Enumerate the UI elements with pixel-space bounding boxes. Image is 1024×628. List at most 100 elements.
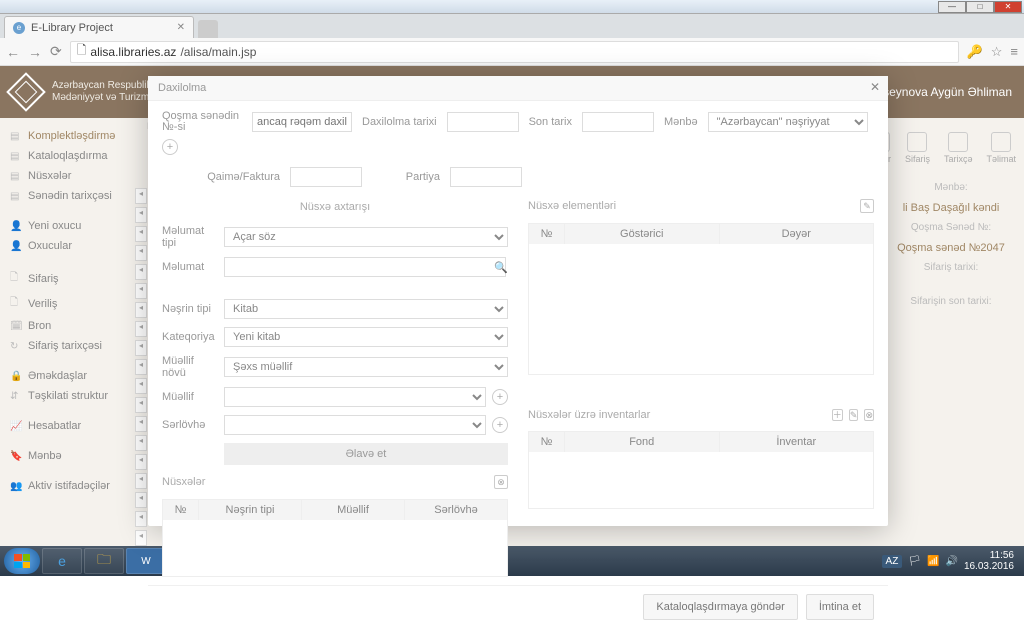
malumat-tipi-label: Məlumat tipi bbox=[162, 225, 218, 249]
cancel-button[interactable]: İmtina et bbox=[806, 594, 874, 620]
expand-handle[interactable]: ◂ bbox=[135, 340, 147, 356]
add-muallif-button[interactable]: + bbox=[492, 389, 508, 405]
partiya-input[interactable] bbox=[450, 167, 522, 187]
reload-icon[interactable]: ⟳ bbox=[50, 43, 62, 60]
col-gosterici[interactable]: Göstərici bbox=[565, 224, 720, 244]
window-close-button[interactable]: ✕ bbox=[994, 1, 1022, 13]
expand-handle[interactable]: ◂ bbox=[135, 397, 147, 413]
expand-handle[interactable]: ◂ bbox=[135, 378, 147, 394]
expand-handle[interactable]: ◂ bbox=[135, 530, 147, 546]
taskbar-explorer[interactable]: 🗀 bbox=[84, 548, 124, 574]
add-manba-button[interactable]: + bbox=[162, 139, 178, 155]
sarlovha-select[interactable] bbox=[224, 415, 486, 435]
sidebar-item-aktiv[interactable]: 👥Aktiv istifadəçilər bbox=[4, 476, 131, 496]
key-icon[interactable]: 🔑 bbox=[967, 44, 983, 60]
malumat-tipi-select[interactable]: Açar söz bbox=[224, 227, 508, 247]
expand-handle[interactable]: ◂ bbox=[135, 473, 147, 489]
expand-handle[interactable]: ◂ bbox=[135, 321, 147, 337]
expand-handle[interactable]: ◂ bbox=[135, 283, 147, 299]
minimize-button[interactable]: — bbox=[938, 1, 966, 13]
col-sarlovha[interactable]: Sərlövhə bbox=[405, 500, 507, 520]
col-nashrin[interactable]: Nəşrin tipi bbox=[199, 500, 302, 520]
start-button[interactable] bbox=[4, 548, 40, 574]
sidebar-item-sifaris[interactable]: 🗋Sifariş bbox=[4, 266, 131, 291]
qaima-label: Qaimə/Faktura bbox=[162, 171, 280, 183]
expand-handle[interactable]: ◂ bbox=[135, 416, 147, 432]
sidebar-item-kataloq[interactable]: ▤Kataloqlaşdırma bbox=[4, 146, 131, 166]
expand-handle[interactable]: ◂ bbox=[135, 359, 147, 375]
expand-handle[interactable]: ◂ bbox=[135, 302, 147, 318]
tab-close-icon[interactable]: ✕ bbox=[177, 22, 185, 33]
sidebar-item-manba[interactable]: 🔖Mənbə bbox=[4, 446, 131, 466]
sidebar-item-tarixce[interactable]: ▤Sənədin tarixçəsi bbox=[4, 186, 131, 206]
toolbar-sifaris[interactable]: Sifariş bbox=[905, 132, 930, 164]
modal-left-col: Nüsxə axtarışı Məlumat tipiAçar söz Məlu… bbox=[162, 197, 508, 577]
expand-handle[interactable]: ◂ bbox=[135, 435, 147, 451]
add-inventar-icon[interactable]: ＋ bbox=[832, 409, 843, 421]
tray-sound-icon[interactable]: 🔊 bbox=[945, 556, 957, 567]
menu-icon[interactable]: ≡ bbox=[1010, 44, 1018, 59]
col-fond[interactable]: Fond bbox=[565, 432, 720, 452]
new-tab-button[interactable] bbox=[198, 20, 218, 38]
malumat-input[interactable] bbox=[224, 257, 506, 277]
col-deyer[interactable]: Dəyər bbox=[720, 224, 874, 244]
forward-icon[interactable]: → bbox=[28, 44, 42, 60]
edit-elements-icon[interactable]: ✎ bbox=[860, 199, 874, 213]
expand-handle[interactable]: ◂ bbox=[135, 454, 147, 470]
col-muallif[interactable]: Müəllif bbox=[302, 500, 405, 520]
edit-inventar-icon[interactable]: ✎ bbox=[849, 409, 859, 421]
tray-network-icon[interactable]: 📶 bbox=[927, 556, 939, 567]
muallif-novu-select[interactable]: Şəxs müəllif bbox=[224, 357, 508, 377]
expand-handle[interactable]: ◂ bbox=[135, 226, 147, 242]
expand-handle[interactable]: ◂ bbox=[135, 511, 147, 527]
clear-inventar-icon[interactable]: ⊗ bbox=[864, 409, 874, 421]
maximize-button[interactable]: □ bbox=[966, 1, 994, 13]
muallif-select[interactable] bbox=[224, 387, 486, 407]
nusxalar-table: № Nəşrin tipi Müəllif Sərlövhə bbox=[162, 499, 508, 577]
nashrin-tipi-select[interactable]: Kitab bbox=[224, 299, 508, 319]
expand-handle[interactable]: ◂ bbox=[135, 207, 147, 223]
col-no[interactable]: № bbox=[529, 224, 565, 244]
url-bar[interactable]: 🗋 alisa.libraries.az/alisa/main.jsp bbox=[70, 41, 959, 63]
sidebar-item-nusxalar[interactable]: ▤Nüsxələr bbox=[4, 166, 131, 186]
sidebar-item-oxucular[interactable]: 👤Oxucular bbox=[4, 236, 131, 256]
daxilolma-date-input[interactable] bbox=[447, 112, 519, 132]
expand-handle[interactable]: ◂ bbox=[135, 264, 147, 280]
manba-select[interactable]: "Azərbaycan" nəşriyyat bbox=[708, 112, 868, 132]
sidebar-item-bron[interactable]: 🗓Bron bbox=[4, 316, 131, 336]
toolbar-telimat[interactable]: Təlimat bbox=[986, 132, 1016, 164]
taskbar-ie[interactable]: e bbox=[42, 548, 82, 574]
qosma-input[interactable] bbox=[252, 112, 352, 132]
sidebar-item-verilis[interactable]: 🗋Veriliş bbox=[4, 291, 131, 316]
col-no[interactable]: № bbox=[529, 432, 565, 452]
send-button[interactable]: Kataloqlaşdırmaya göndər bbox=[643, 594, 797, 620]
expand-handle[interactable]: ◂ bbox=[135, 245, 147, 261]
doc-icon: 🗋 bbox=[10, 295, 22, 312]
back-icon[interactable]: ← bbox=[6, 44, 20, 60]
toolbar-tarixce[interactable]: Tarixçə bbox=[944, 132, 973, 164]
kateqoriya-select[interactable]: Yeni kitab bbox=[224, 327, 508, 347]
expand-handle[interactable]: ◂ bbox=[135, 492, 147, 508]
son-tarix-input[interactable] bbox=[582, 112, 654, 132]
son-tarix-label: Son tarix bbox=[529, 116, 572, 128]
add-sarlovha-button[interactable]: + bbox=[492, 417, 508, 433]
sidebar-item-struktur[interactable]: ⇵Təşkilati struktur bbox=[4, 386, 131, 406]
sidebar-item-komplekt[interactable]: ▤Komplektləşdirmə bbox=[4, 126, 131, 146]
clear-nusxalar-icon[interactable]: ⊗ bbox=[494, 475, 508, 489]
elements-table: № Göstərici Dəyər bbox=[528, 223, 874, 375]
expand-handle[interactable]: ◂ bbox=[135, 188, 147, 204]
clock[interactable]: 11:56 16.03.2016 bbox=[964, 550, 1014, 572]
col-inventar[interactable]: İnventar bbox=[720, 432, 874, 452]
sidebar-item-sifaris-tarixce[interactable]: ↻Sifariş tarixçəsi bbox=[4, 336, 131, 356]
col-no[interactable]: № bbox=[163, 500, 199, 520]
qaima-input[interactable] bbox=[290, 167, 362, 187]
modal-close-icon[interactable]: ✕ bbox=[870, 80, 880, 94]
browser-tab-active[interactable]: e E-Library Project ✕ bbox=[4, 16, 194, 38]
bookmark-icon[interactable]: ☆ bbox=[991, 44, 1003, 60]
sidebar-item-hesabatlar[interactable]: 📈Hesabatlar bbox=[4, 416, 131, 436]
favicon-icon: e bbox=[13, 22, 25, 34]
sidebar-item-emekdaslar[interactable]: 🔒Əməkdaşlar bbox=[4, 366, 131, 386]
sidebar-item-yeni-oxucu[interactable]: 👤Yeni oxucu bbox=[4, 216, 131, 236]
tray-flag-icon[interactable]: 🏳 bbox=[908, 556, 921, 567]
elave-et-button[interactable]: Əlavə et bbox=[224, 443, 508, 465]
